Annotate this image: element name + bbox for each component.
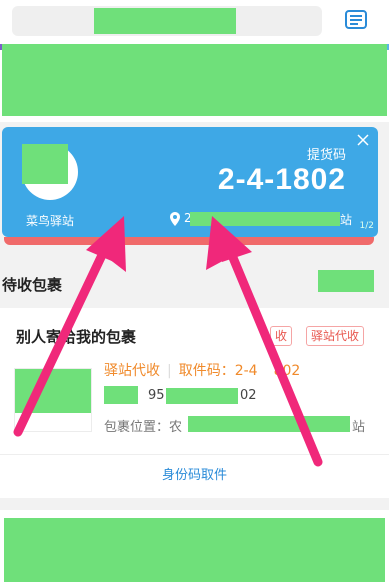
- package-thumbnail: [14, 368, 92, 432]
- bottom-card[interactable]: [0, 510, 389, 582]
- pickup-code-text: 取件码：2-4: [178, 363, 258, 379]
- address-suffix: 站: [340, 213, 353, 227]
- divider: [0, 454, 389, 455]
- pickup-code-label: 提货码: [306, 148, 346, 163]
- pickup-code-value: 2-4-1802: [217, 163, 346, 196]
- section-title: 待收包裹: [2, 276, 63, 294]
- package-status-line: 驿站代收 | 取件码：2-4 802: [104, 363, 301, 379]
- redacted-block: [94, 8, 236, 34]
- package-title: 别人寄给我的包裹: [16, 328, 137, 346]
- status-badge: 驿站代收: [306, 326, 365, 346]
- package-location: 包裹位置：农: [104, 420, 183, 435]
- pickup-code-suffix: 802: [273, 363, 301, 379]
- status-badge: 收: [270, 326, 293, 346]
- station-logo: [22, 144, 78, 200]
- redacted-block: [104, 386, 138, 404]
- search-input[interactable]: [12, 6, 322, 36]
- package-location-suffix: 站: [352, 420, 366, 435]
- redacted-block: [318, 270, 374, 292]
- close-icon[interactable]: [356, 133, 370, 147]
- id-code-pickup-button[interactable]: 身份码取件: [0, 464, 389, 483]
- redacted-block: [190, 212, 340, 226]
- redacted-block: [2, 44, 387, 116]
- tracking-suffix: 02: [240, 388, 257, 403]
- list-menu-icon[interactable]: [344, 9, 368, 31]
- redacted-block: [4, 518, 385, 582]
- promo-banner[interactable]: [0, 44, 389, 122]
- page-indicator: 1/2: [359, 221, 374, 231]
- section-header: 待收包裹: [0, 260, 389, 300]
- top-bar: [0, 0, 389, 44]
- pickup-code-card[interactable]: 菜鸟驿站 提货码 2-4-1802 2 站 1/2: [2, 127, 378, 237]
- redacted-block: [166, 388, 238, 404]
- card-underline: [4, 237, 374, 245]
- tracking-number: 95: [148, 388, 165, 403]
- redacted-block: [188, 416, 350, 432]
- package-status: 驿站代收: [104, 363, 160, 379]
- station-name: 菜鸟驿站: [26, 214, 75, 228]
- location-pin-icon: [170, 212, 180, 226]
- package-card[interactable]: 别人寄给我的包裹 收 驿站代收 驿站代收 | 取件码：2-4 802 95 02 包裹…: [0, 308, 389, 498]
